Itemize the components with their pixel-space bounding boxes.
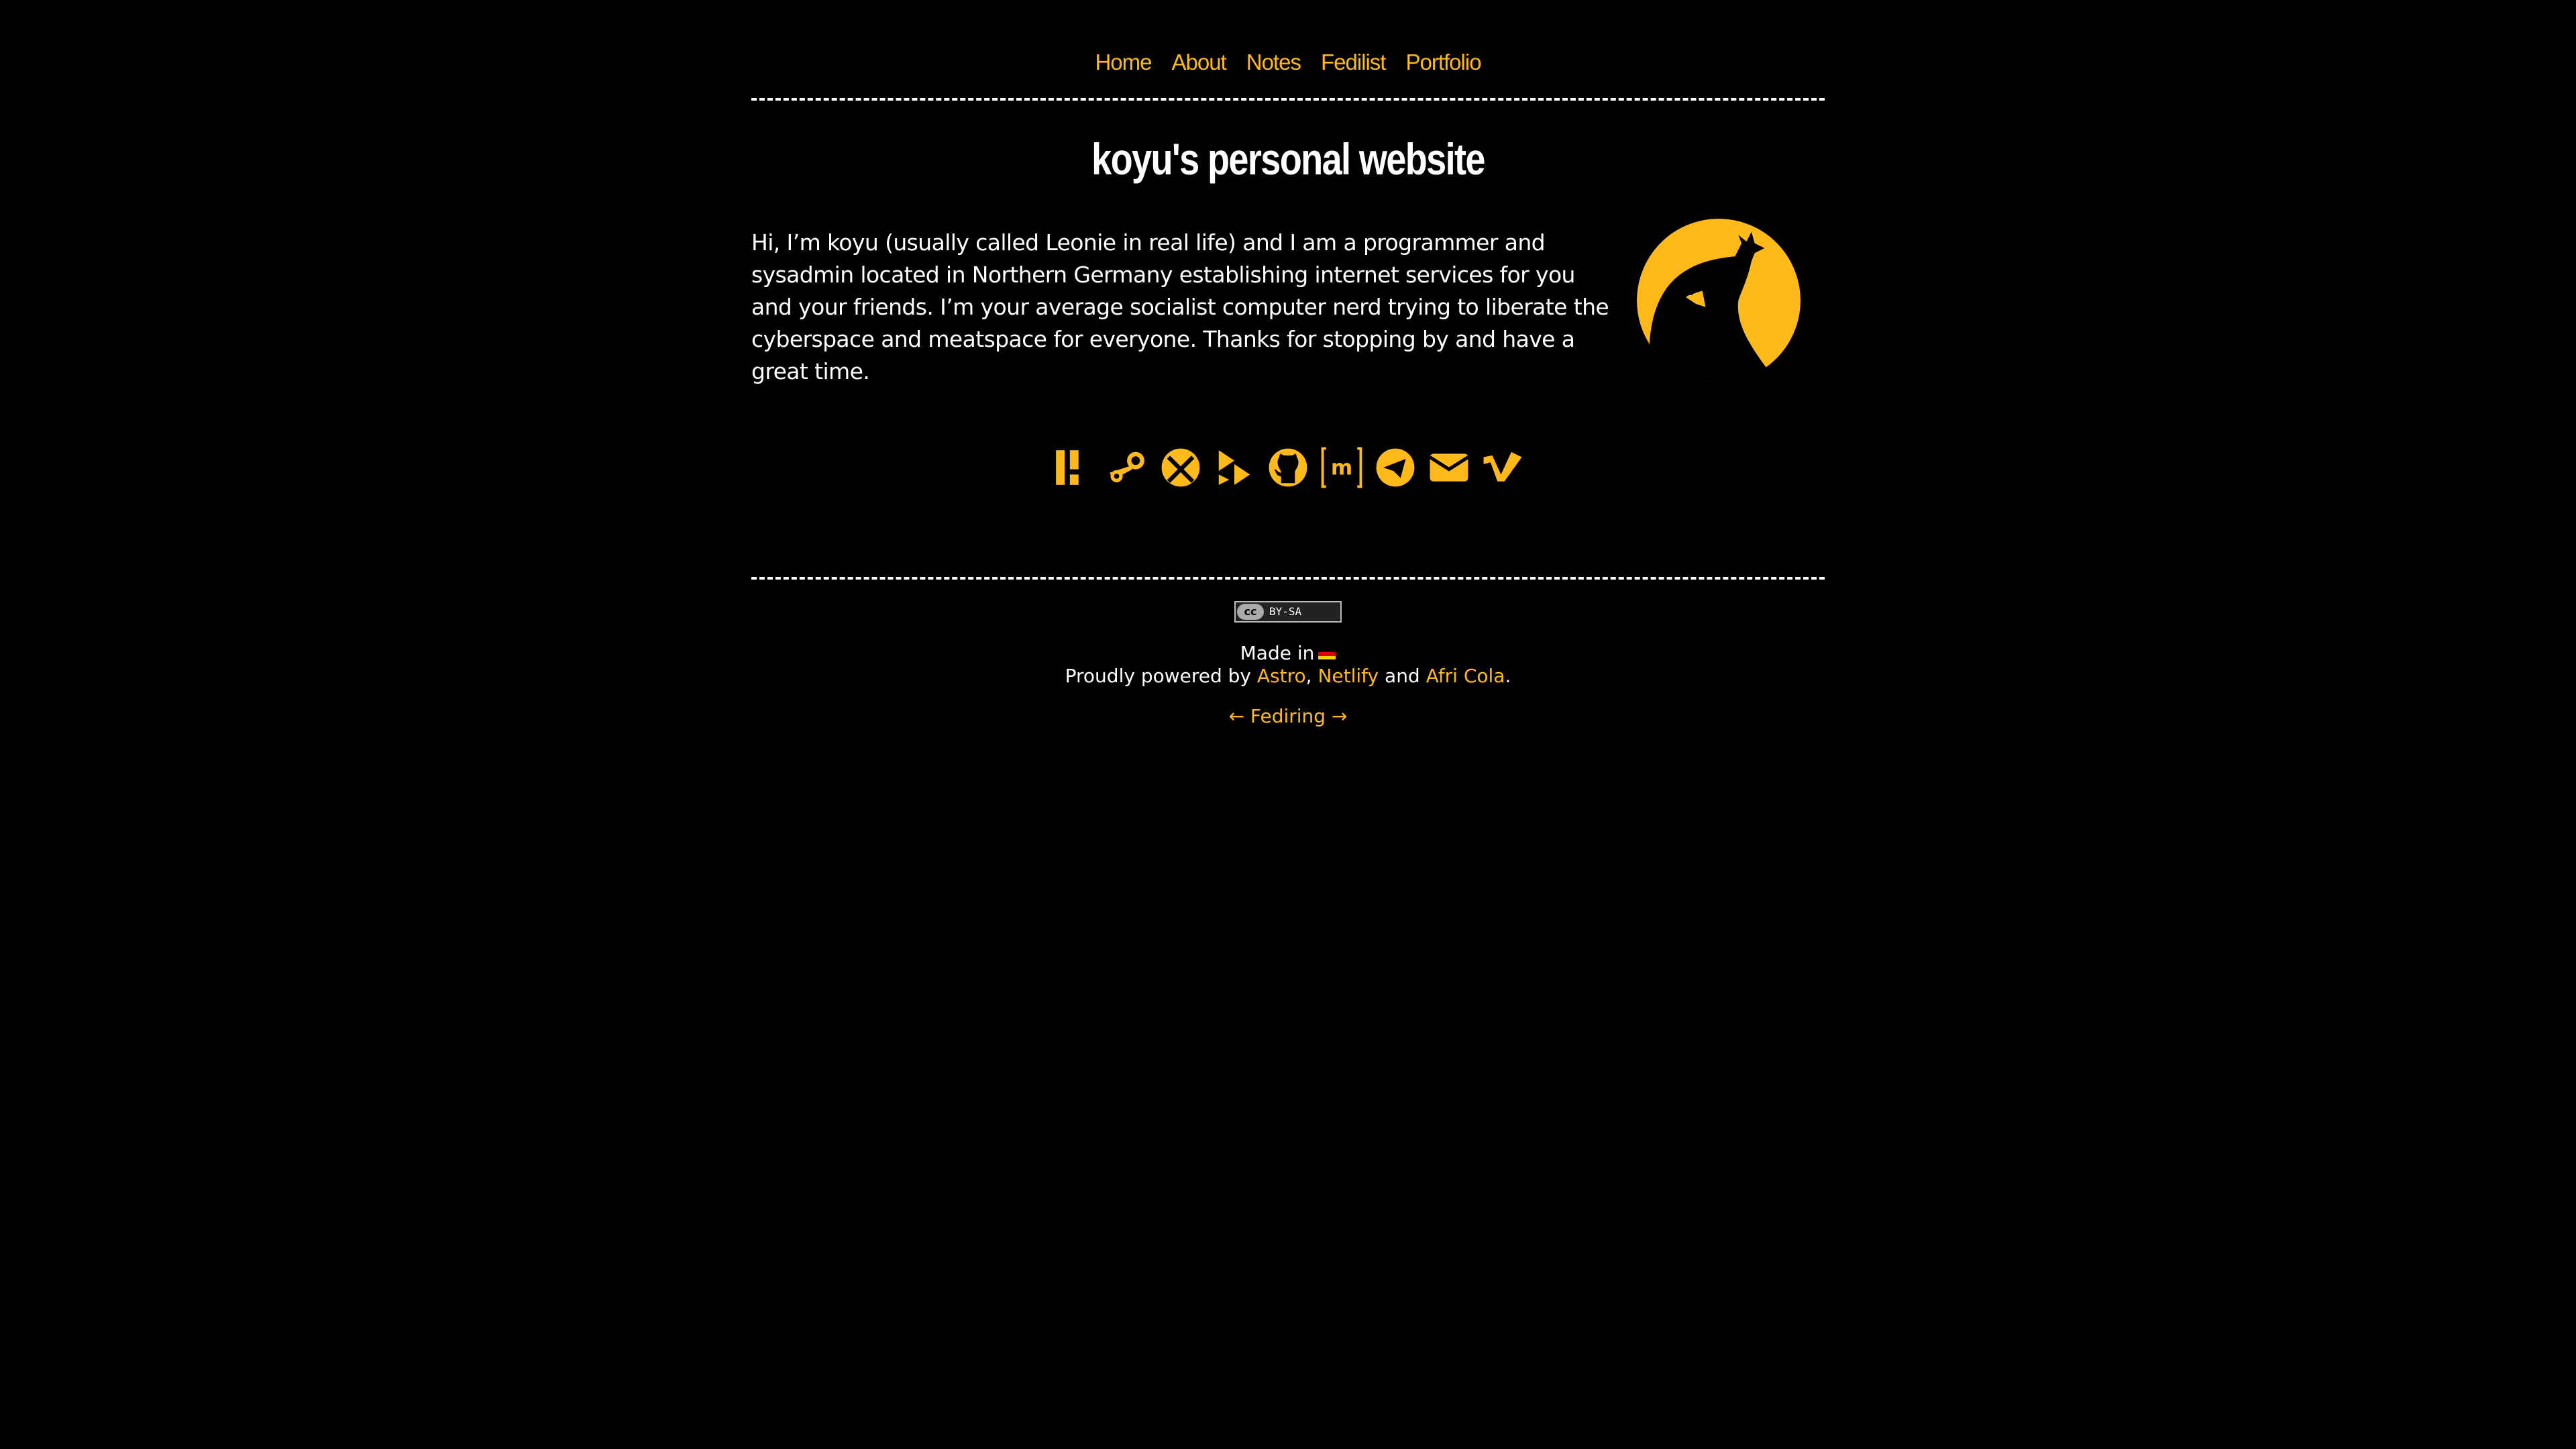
github-link[interactable] <box>1266 444 1310 491</box>
nav-home[interactable]: Home <box>1095 50 1152 75</box>
fediring-link[interactable]: ← Fediring → <box>1229 705 1348 727</box>
telegram-link[interactable] <box>1373 444 1417 491</box>
page-title: koyu's personal website <box>1091 134 1485 184</box>
nav-portfolio[interactable]: Portfolio <box>1405 50 1481 75</box>
period-text: . <box>1505 665 1511 687</box>
vimeo-link[interactable] <box>1481 444 1525 491</box>
intro-section: Hi, I’m koyu (usually called Leonie in r… <box>751 219 1825 388</box>
fediring-nav: ← Fediring → <box>751 705 1825 727</box>
netlify-link[interactable]: Netlify <box>1318 665 1379 687</box>
steam-link[interactable] <box>1105 444 1149 491</box>
license-text: BY-SA <box>1269 605 1302 618</box>
xbox-icon <box>1161 448 1200 487</box>
made-in-line: Made in Proudly powered by Astro, Netlif… <box>1065 642 1511 687</box>
license-badge[interactable]: cc BY-SA <box>1234 601 1342 623</box>
playstore-link[interactable] <box>1212 444 1256 491</box>
email-link[interactable] <box>1427 444 1471 491</box>
powered-by-text: Proudly powered by <box>1065 665 1251 687</box>
playstore-icon <box>1218 450 1250 485</box>
xbox-link[interactable] <box>1159 444 1203 491</box>
made-in-text: Made in <box>1240 642 1315 664</box>
vimeo-icon <box>1483 451 1522 482</box>
german-flag-icon <box>1318 649 1336 659</box>
silhouette-avatar-icon <box>1637 219 1801 382</box>
social-links: m <box>751 444 1825 491</box>
telegram-icon <box>1376 448 1415 487</box>
cc-logo: cc <box>1237 604 1264 620</box>
email-icon <box>1429 453 1469 482</box>
github-icon <box>1269 448 1307 487</box>
matrix-link[interactable]: m <box>1320 444 1364 491</box>
patreon-icon <box>1056 450 1079 485</box>
intro-text: Hi, I’m koyu (usually called Leonie in r… <box>751 229 1609 384</box>
matrix-icon: m <box>1321 447 1362 488</box>
steam-icon <box>1110 451 1144 482</box>
nav-fedilist[interactable]: Fedilist <box>1321 50 1387 75</box>
footer: cc BY-SA Made in Proudly powered by Astr… <box>751 580 1825 727</box>
top-divider <box>751 98 1825 101</box>
astro-link[interactable]: Astro <box>1257 665 1306 687</box>
main-nav: Home About Notes Fedilist Portfolio <box>751 0 1825 79</box>
nav-notes[interactable]: Notes <box>1246 50 1301 75</box>
patreon-link[interactable] <box>1051 444 1095 491</box>
svg-text:m: m <box>1331 455 1352 480</box>
page-container: Home About Notes Fedilist Portfolio koyu… <box>751 0 1825 727</box>
afri-cola-link[interactable]: Afri Cola <box>1426 665 1505 687</box>
nav-about[interactable]: About <box>1171 50 1226 75</box>
and-text: and <box>1385 665 1420 687</box>
